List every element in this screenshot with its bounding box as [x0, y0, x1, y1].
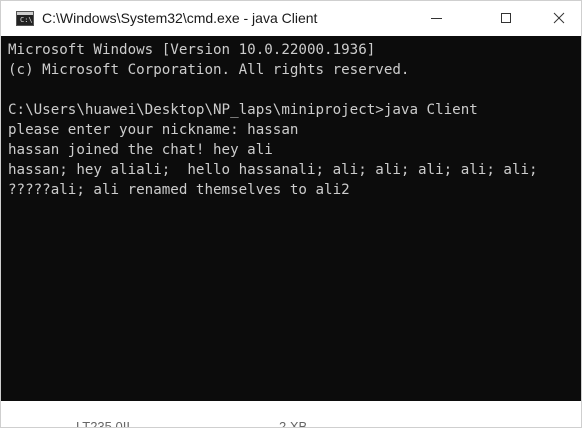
title-bar[interactable]: C:\ C:\Windows\System32\cmd.exe - java C…	[1, 1, 581, 36]
cmd-icon[interactable]: C:\	[16, 11, 34, 26]
console-line: Microsoft Windows [Version 10.0.22000.19…	[8, 42, 376, 58]
maximize-button[interactable]	[483, 1, 529, 36]
cmd-window: C:\ C:\Windows\System32\cmd.exe - java C…	[0, 0, 582, 428]
console-output[interactable]: Microsoft Windows [Version 10.0.22000.19…	[1, 36, 581, 401]
background-text-right: 2.XB	[279, 419, 308, 428]
console-line: (c) Microsoft Corporation. All rights re…	[8, 62, 410, 78]
close-icon	[553, 12, 565, 24]
console-line: hassan joined the chat! hey ali	[8, 142, 273, 158]
console-line: C:\Users\huawei\Desktop\NP_laps\miniproj…	[8, 102, 478, 118]
window-title: C:\Windows\System32\cmd.exe - java Clien…	[42, 10, 318, 26]
maximize-icon	[501, 13, 511, 23]
console-lines: Microsoft Windows [Version 10.0.22000.19…	[8, 40, 538, 200]
close-button[interactable]	[536, 1, 581, 36]
minimize-button[interactable]	[413, 1, 459, 36]
background-text-left: LT235.0II	[76, 419, 130, 428]
console-line: please enter your nickname: hassan	[8, 122, 299, 138]
background-strip: LT235.0II 2.XB	[1, 401, 581, 428]
console-line: ?????ali; ali renamed themselves to ali2	[8, 182, 350, 198]
minimize-icon	[431, 18, 442, 19]
console-line: hassan; hey aliali; hello hassanali; ali…	[8, 162, 538, 178]
